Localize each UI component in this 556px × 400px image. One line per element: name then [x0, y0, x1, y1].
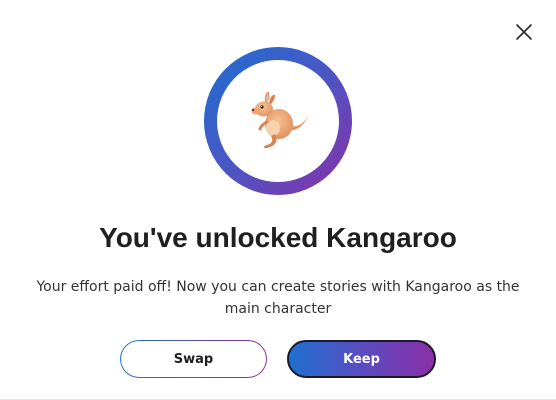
close-button[interactable]: [512, 20, 536, 44]
dialog-title: You've unlocked Kangaroo: [99, 222, 457, 253]
keep-button[interactable]: Keep: [287, 340, 436, 378]
kangaroo-icon: [251, 91, 309, 149]
character-avatar: [204, 47, 352, 195]
swap-button-border: Swap: [120, 340, 267, 378]
avatar-background: [217, 60, 339, 182]
dialog-message: Your effort paid off! Now you can create…: [36, 279, 520, 317]
close-icon: [516, 24, 532, 40]
swap-button[interactable]: Swap: [121, 341, 266, 377]
unlock-dialog: You've unlocked Kangaroo Your effort pai…: [0, 0, 556, 400]
